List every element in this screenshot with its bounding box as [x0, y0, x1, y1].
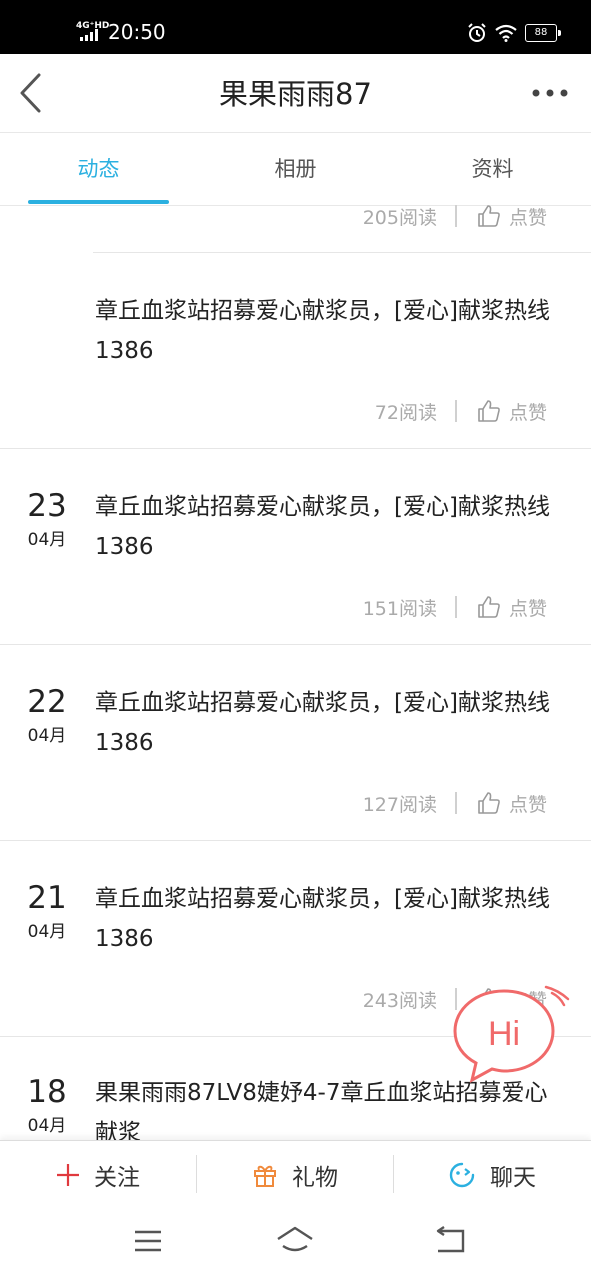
post-month: 04月 [27, 922, 67, 942]
post-text[interactable]: 章丘血浆站招募爱心献浆员，[爱心]献浆热线1386 [95, 291, 555, 371]
meta-divider [454, 596, 457, 618]
speech-bubble-icon: Hi [453, 985, 570, 1083]
post-day: 23 [27, 488, 67, 524]
page-title: 果果雨雨87 [219, 77, 372, 111]
menu-button[interactable] [128, 1224, 168, 1258]
back-nav-button[interactable] [430, 1224, 470, 1258]
tab-bar: 动态 相册 资料 [0, 133, 591, 206]
read-count: 205阅读 [362, 206, 437, 229]
tab-album[interactable]: 相册 [197, 133, 394, 205]
more-button[interactable] [531, 78, 571, 108]
chat-face-icon [449, 1162, 475, 1188]
tab-feed[interactable]: 动态 [0, 133, 197, 205]
post-meta: 72阅读 点赞 [375, 396, 547, 426]
gift-icon [254, 1165, 276, 1187]
read-count: 127阅读 [362, 793, 437, 816]
thumbs-up-icon[interactable] [477, 399, 501, 423]
tab-indicator [28, 200, 169, 204]
post-text[interactable]: 章丘血浆站招募爱心献浆员，[爱心]献浆热线1386 [95, 487, 555, 567]
post-text[interactable]: 章丘血浆站招募爱心献浆员，[爱心]献浆热线1386 [95, 683, 555, 763]
post-month: 04月 [27, 1116, 67, 1136]
divider [93, 252, 591, 253]
hi-greeting-button[interactable]: Hi [448, 985, 574, 1085]
like-button[interactable]: 点赞 [509, 398, 547, 425]
like-button[interactable]: 点赞 [509, 205, 547, 230]
thumbs-up-icon[interactable] [477, 791, 501, 815]
read-count: 151阅读 [362, 597, 437, 620]
home-icon [277, 1226, 313, 1252]
post-month: 04月 [27, 726, 67, 746]
follow-label: 关注 [94, 1165, 140, 1191]
follow-button[interactable]: 关注 [0, 1141, 196, 1209]
hi-label: Hi [488, 1015, 520, 1053]
battery-indicator: 88 [525, 24, 561, 42]
divider [0, 840, 591, 841]
post-meta: 205阅读 点赞 [363, 205, 547, 231]
tab-profile[interactable]: 资料 [394, 133, 591, 205]
read-count: 243阅读 [362, 989, 437, 1012]
like-button[interactable]: 点赞 [509, 594, 547, 621]
system-nav-bar [0, 1208, 591, 1280]
read-count: 72阅读 [374, 401, 437, 424]
thumbs-up-icon[interactable] [477, 205, 501, 228]
divider [0, 448, 591, 449]
post-meta: 127阅读 点赞 [363, 788, 547, 818]
signal-icon [80, 29, 98, 41]
like-button[interactable]: 点赞 [509, 790, 547, 817]
post-day: 22 [27, 684, 67, 720]
meta-divider [454, 792, 457, 814]
nav-bar: 果果雨雨87 [0, 54, 591, 133]
post-day: 21 [27, 880, 67, 916]
plus-icon [57, 1164, 79, 1186]
post-month: 04月 [27, 530, 67, 550]
gift-button[interactable]: 礼物 [197, 1141, 393, 1209]
alarm-icon [468, 23, 486, 42]
chat-label: 聊天 [490, 1165, 536, 1191]
return-icon [436, 1226, 465, 1253]
wifi-icon [495, 24, 517, 42]
post-meta: 151阅读 点赞 [363, 592, 547, 622]
gift-label: 礼物 [292, 1165, 338, 1191]
meta-divider [454, 400, 457, 422]
more-dots-icon [532, 89, 568, 97]
divider [0, 644, 591, 645]
chat-button[interactable]: 聊天 [394, 1141, 590, 1209]
home-button[interactable] [275, 1224, 315, 1258]
post-day: 18 [27, 1074, 67, 1110]
status-time: 20:50 [108, 20, 166, 44]
action-bar: 关注 礼物 聊天 [0, 1140, 591, 1209]
menu-icon [135, 1230, 161, 1252]
post-text[interactable]: 章丘血浆站招募爱心献浆员，[爱心]献浆热线1386 [95, 879, 555, 959]
meta-divider [454, 205, 457, 227]
thumbs-up-icon[interactable] [477, 595, 501, 619]
status-bar: 4G⁺HD 20:50 88 [0, 0, 591, 54]
